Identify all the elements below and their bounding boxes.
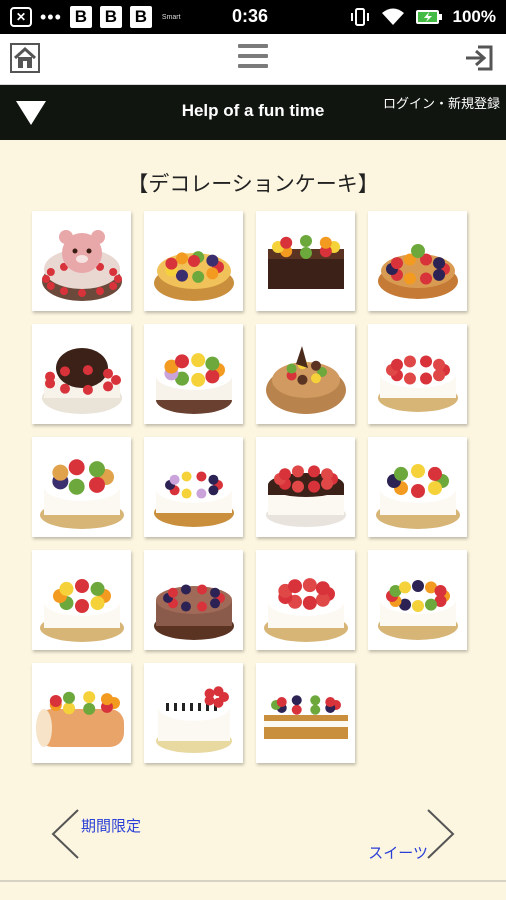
chocolate-strawberry-cake-image [154, 584, 234, 640]
b-app-icon: B [99, 6, 122, 28]
next-category-link[interactable]: スイーツ [336, 808, 456, 863]
chevron-left-icon [51, 809, 79, 859]
strawberry-shortcake-image [378, 355, 458, 412]
prev-category-label[interactable]: 期間限定 [81, 815, 141, 836]
chevron-right-icon [427, 809, 455, 859]
cake-thumbnail[interactable] [256, 550, 355, 650]
strawberry-cream-cake-image [264, 578, 348, 642]
cake-thumbnail[interactable] [144, 211, 243, 311]
clock: 0:36 [232, 6, 269, 26]
b-app-icon: B [129, 6, 152, 28]
menu-line [238, 64, 268, 68]
status-bar: ✕ ••• B B B Smart 0:36 100% [0, 0, 506, 34]
section-title: 【デコレーションケーキ】 [127, 172, 379, 196]
login-icon [466, 45, 493, 71]
cream-puff-cake-image [40, 459, 124, 529]
vibrate-icon [350, 8, 369, 26]
header-bar: Help of a fun time ログイン・新規登録 [0, 85, 506, 140]
battery-percent: 100% [452, 7, 496, 26]
more-dots: ••• [40, 7, 62, 27]
piano-cake-image [156, 686, 232, 753]
cake-thumbnail[interactable] [144, 324, 243, 424]
fruit-ring-cake-image [378, 580, 458, 640]
home-button[interactable] [10, 43, 40, 73]
cake-grid [32, 211, 476, 763]
prev-category-link[interactable]: 期間限定 [50, 808, 170, 860]
small-app-label: Smart [161, 13, 181, 21]
berry-tart-image [378, 244, 458, 299]
mixed-berry-cake-image [154, 471, 234, 527]
cake-thumbnail[interactable] [144, 550, 243, 650]
mont-blanc-cake-image [266, 346, 346, 414]
chocolate-berry-cake-image [42, 348, 122, 414]
fruit-roll-cake-image [36, 691, 124, 747]
menu-line [238, 44, 268, 48]
kiwi-fruit-cake-image [376, 464, 460, 529]
tropical-fruit-cake-image [40, 579, 124, 642]
cake-thumbnail[interactable] [368, 550, 467, 650]
login-register-link[interactable]: ログイン・新規登録 [383, 93, 500, 112]
menu-line [238, 54, 268, 58]
close-notification-icon: ✕ [10, 7, 32, 27]
home-icon [10, 43, 40, 73]
cake-thumbnail[interactable] [256, 663, 355, 763]
bear-face-cake-image [42, 230, 122, 301]
cake-thumbnail[interactable] [32, 663, 131, 763]
fruit-tart-image [154, 251, 234, 301]
cake-thumbnail[interactable] [256, 324, 355, 424]
cake-thumbnail[interactable] [144, 663, 243, 763]
battery-charging-icon [415, 10, 442, 24]
app-toolbar [0, 34, 506, 85]
strawberry-napoleon-image [264, 695, 348, 739]
login-button[interactable] [464, 44, 494, 72]
cake-thumbnail[interactable] [32, 437, 131, 537]
cake-thumbnail[interactable] [256, 437, 355, 537]
chocolate-drip-strawberry-cake-image [266, 465, 346, 527]
macaron-fruit-cake-image [156, 353, 232, 414]
cake-thumbnail[interactable] [32, 550, 131, 650]
chocolate-fruit-bar-image [268, 235, 344, 289]
cake-thumbnail[interactable] [32, 324, 131, 424]
cake-thumbnail[interactable] [368, 324, 467, 424]
cake-thumbnail[interactable] [32, 211, 131, 311]
next-category-label[interactable]: スイーツ [368, 842, 428, 863]
notification-icons: ✕ ••• B B B Smart [0, 6, 181, 28]
hamburger-menu-button[interactable] [238, 44, 268, 72]
cake-thumbnail[interactable] [368, 211, 467, 311]
b-app-icon: B [69, 6, 92, 28]
footer-divider [0, 880, 506, 882]
cake-thumbnail[interactable] [368, 437, 467, 537]
cake-thumbnail[interactable] [144, 437, 243, 537]
cake-thumbnail[interactable] [256, 211, 355, 311]
wifi-icon [381, 8, 404, 25]
